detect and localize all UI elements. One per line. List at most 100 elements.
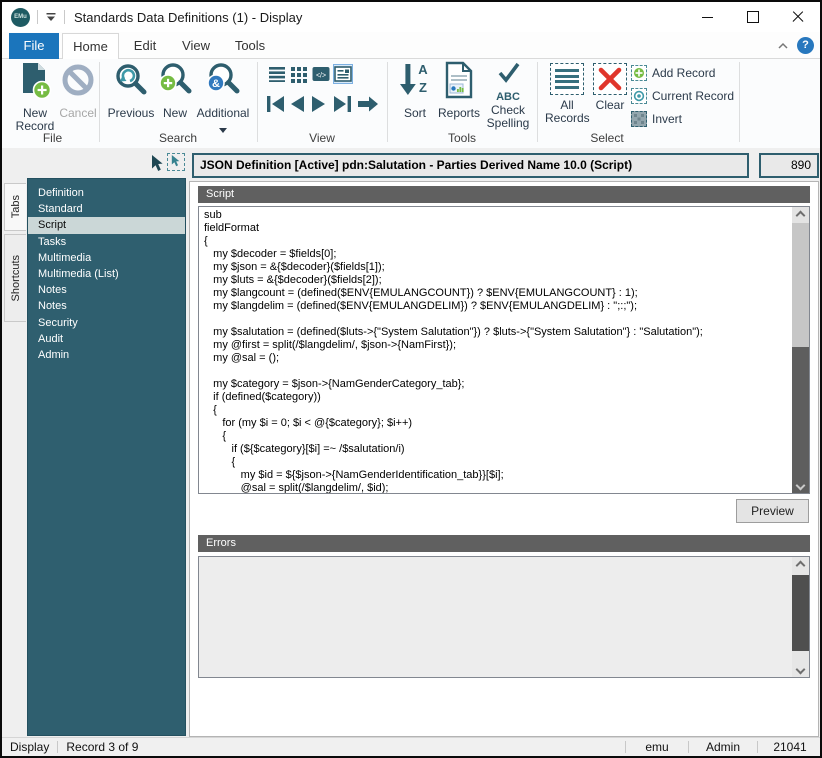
close-button[interactable] — [775, 2, 820, 32]
group-label-search: Search — [99, 131, 257, 145]
maximize-button[interactable] — [730, 2, 775, 32]
sidebar-item-tasks[interactable]: Tasks — [28, 234, 185, 250]
status-user: emu — [634, 740, 680, 754]
sidebar-item-notes[interactable]: Notes — [28, 282, 185, 298]
svg-text:A: A — [418, 62, 428, 77]
add-record-label: Add Record — [652, 66, 715, 80]
side-tab-tabs[interactable]: Tabs — [4, 183, 26, 231]
sort-icon: A Z — [398, 61, 432, 101]
group-label-view: View — [257, 131, 387, 145]
last-record-icon[interactable] — [332, 95, 354, 113]
chevron-down-icon — [796, 480, 806, 490]
ribbon-tab-bar: File Home Edit View Tools ? — [2, 32, 820, 59]
check-spelling-icon — [491, 61, 525, 87]
new-record-button[interactable]: New Record — [12, 61, 58, 133]
side-tab-tabs-label: Tabs — [10, 195, 22, 218]
reports-button[interactable]: Reports — [437, 61, 481, 120]
scroll-up-button[interactable] — [792, 557, 809, 573]
sort-label: Sort — [395, 107, 435, 120]
sidebar-item-multimedia-list[interactable]: Multimedia (List) — [28, 266, 185, 282]
tab-file[interactable]: File — [9, 33, 59, 59]
grid-view-icon[interactable] — [290, 65, 308, 83]
tab-tools[interactable]: Tools — [225, 33, 275, 59]
scroll-up-button[interactable] — [792, 207, 809, 223]
side-tab-shortcuts[interactable]: Shortcuts — [4, 234, 26, 322]
search-new-label: New — [157, 107, 193, 120]
status-group: Admin — [697, 740, 749, 754]
sidebar-item-security[interactable]: Security — [28, 315, 185, 331]
scroll-down-button[interactable] — [792, 661, 809, 677]
chevron-up-icon — [796, 210, 806, 220]
status-divider — [688, 741, 689, 753]
status-number: 21041 — [766, 740, 814, 754]
script-scrollbar[interactable] — [792, 207, 809, 493]
abc-text: ABC — [483, 92, 533, 103]
preview-button[interactable]: Preview — [736, 499, 809, 523]
current-record-label: Current Record — [652, 89, 734, 103]
tab-home[interactable]: Home — [62, 33, 119, 60]
sidebar-item-definition[interactable]: Definition — [28, 185, 185, 201]
record-number: 890 — [759, 153, 819, 178]
help-icon[interactable]: ? — [797, 37, 814, 54]
search-additional-button[interactable]: & Additional — [193, 61, 253, 138]
goto-record-icon[interactable] — [357, 95, 379, 113]
status-mode: Display — [10, 740, 49, 754]
ribbon: New Record Cancel File Previous — [2, 59, 820, 148]
tab-view[interactable]: View — [171, 33, 221, 59]
quick-access-menu-icon[interactable] — [45, 12, 57, 22]
clear-button[interactable]: Clear — [591, 61, 629, 112]
next-record-icon[interactable] — [310, 95, 328, 113]
errors-scrollbar[interactable] — [792, 557, 809, 677]
code-view-icon[interactable]: </> — [312, 65, 330, 83]
group-label-select: Select — [537, 131, 677, 145]
search-additional-icon: & — [205, 61, 241, 101]
clear-icon — [593, 63, 627, 95]
collapse-ribbon-icon[interactable] — [776, 40, 790, 52]
ribbon-group-view: </> View — [257, 59, 387, 148]
sidebar-item-audit[interactable]: Audit — [28, 331, 185, 347]
check-spelling-button[interactable]: ABC Check Spelling — [483, 61, 533, 130]
window-title: Standards Data Definitions (1) - Display — [74, 10, 302, 25]
maximize-icon — [747, 11, 759, 23]
add-record-button[interactable]: Add Record — [631, 64, 715, 82]
select-record-icon[interactable] — [167, 153, 185, 171]
ribbon-group-tools: A Z Sort Reports — [387, 59, 537, 148]
search-previous-button[interactable]: Previous — [105, 61, 157, 120]
script-code[interactable]: sub fieldFormat { my $decoder = $fields[… — [204, 209, 787, 494]
all-records-icon — [550, 63, 584, 95]
first-record-icon[interactable] — [264, 95, 286, 113]
ribbon-group-search: Previous New & Additional — [99, 59, 257, 148]
side-tab-shortcuts-label: Shortcuts — [10, 255, 22, 301]
script-editor[interactable]: sub fieldFormat { my $decoder = $fields[… — [198, 206, 810, 494]
previous-record-icon[interactable] — [288, 95, 306, 113]
sort-button[interactable]: A Z Sort — [395, 61, 435, 120]
sidebar-item-multimedia[interactable]: Multimedia — [28, 250, 185, 266]
all-records-button[interactable]: All Records — [545, 61, 589, 125]
tab-edit[interactable]: Edit — [122, 33, 168, 59]
list-view-icon[interactable] — [268, 65, 286, 83]
chevron-down-icon — [796, 664, 806, 674]
group-label-file: File — [6, 131, 99, 145]
titlebar-divider — [37, 10, 38, 24]
scroll-down-button[interactable] — [792, 477, 809, 493]
reports-label: Reports — [437, 107, 481, 120]
invert-selection-button[interactable]: Invert — [631, 110, 682, 128]
record-content-panel: Script sub fieldFormat { my $decoder = $… — [189, 181, 819, 737]
app-logo-icon[interactable]: EMu — [11, 8, 30, 27]
cursor-arrow-icon[interactable] — [150, 155, 163, 172]
sidebar-item-standard[interactable]: Standard — [28, 201, 185, 217]
svg-text:Z: Z — [419, 80, 427, 95]
sidebar-item-admin[interactable]: Admin — [28, 347, 185, 363]
scrollbar-thumb[interactable] — [792, 223, 809, 347]
scrollbar-thumb[interactable] — [792, 575, 809, 651]
current-record-button[interactable]: Current Record — [631, 87, 734, 105]
form-view-icon[interactable] — [333, 64, 353, 84]
minimize-button[interactable] — [685, 2, 730, 32]
svg-text:&: & — [212, 78, 220, 90]
sidebar-item-notes-2[interactable]: Notes — [28, 298, 185, 314]
tab-list-sidebar: Definition Standard Script Tasks Multime… — [27, 178, 186, 736]
search-new-button[interactable]: New — [157, 61, 193, 120]
cancel-button[interactable]: Cancel — [58, 61, 98, 120]
sidebar-item-script[interactable]: Script — [28, 217, 185, 233]
minimize-icon — [702, 17, 713, 18]
